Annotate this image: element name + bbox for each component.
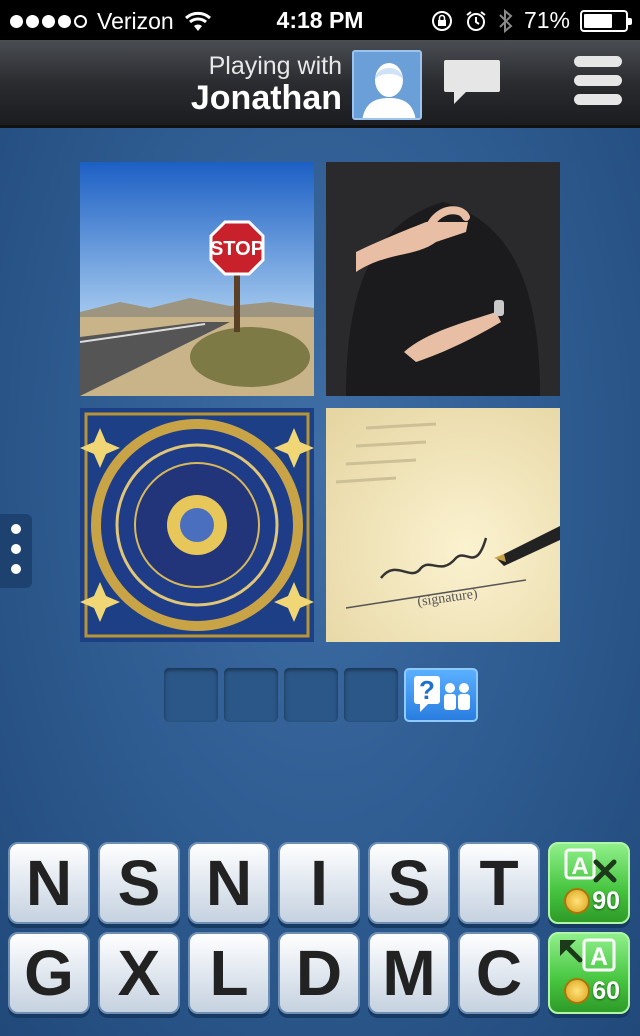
bluetooth-icon (499, 8, 513, 33)
stop-sign-text: STOP (210, 238, 264, 260)
ask-friends-button[interactable]: ? (404, 668, 478, 722)
menu-button[interactable] (574, 56, 622, 108)
letter-key[interactable]: D (278, 932, 360, 1014)
letter-key[interactable]: T (458, 842, 540, 924)
chat-bubble-icon (444, 60, 500, 104)
answer-slot[interactable] (284, 668, 338, 722)
battery-percent: 71% (523, 7, 570, 33)
opponent-avatar[interactable] (352, 50, 422, 120)
remove-letters-cost: 90 (592, 887, 620, 915)
letter-key[interactable]: N (8, 842, 90, 924)
letter-key[interactable]: I (278, 842, 360, 924)
reveal-letter-button[interactable]: A 60 (548, 932, 630, 1014)
photo-signature[interactable]: (signature) (326, 408, 560, 642)
svg-text:?: ? (419, 675, 435, 705)
opponent-name: Jonathan (190, 79, 342, 117)
hamburger-menu-icon (574, 56, 622, 105)
coin-icon (564, 888, 590, 914)
remove-letters-button[interactable]: A 90 (548, 842, 630, 924)
playing-with-label: Playing with (208, 52, 342, 80)
answer-row: ? (164, 668, 478, 722)
status-bar: Verizon 4:18 PM 71% (0, 0, 640, 40)
user-silhouette-icon (362, 63, 416, 118)
more-vertical-icon (0, 524, 32, 574)
letter-key[interactable]: C (458, 932, 540, 1014)
letter-key[interactable]: L (188, 932, 270, 1014)
coin-icon (564, 978, 590, 1004)
answer-slot[interactable] (164, 668, 218, 722)
reveal-letter-cost: 60 (592, 977, 620, 1005)
keyboard-row-2: G X L D M C A 60 (8, 932, 630, 1014)
side-menu-tab[interactable] (0, 514, 32, 588)
letter-key[interactable]: G (8, 932, 90, 1014)
alarm-icon (466, 10, 486, 31)
letter-key[interactable]: S (368, 842, 450, 924)
chat-button[interactable] (442, 56, 502, 110)
letter-key[interactable]: X (98, 932, 180, 1014)
opponent-info: Playing with Jonathan (191, 52, 342, 118)
answer-slot[interactable] (224, 668, 278, 722)
photo-stop-sign[interactable]: STOP (80, 162, 314, 396)
question-people-icon: ? (414, 675, 470, 712)
letter-key[interactable]: M (368, 932, 450, 1014)
keyboard-row-1: N S N I S T A 90 (8, 842, 630, 924)
answer-slot[interactable] (344, 668, 398, 722)
svg-text:A: A (571, 853, 588, 880)
photo-hand-gesture[interactable] (326, 162, 560, 396)
letter-key[interactable]: N (188, 842, 270, 924)
battery-icon (580, 9, 632, 32)
svg-text:A: A (590, 943, 608, 971)
rotation-lock-icon (431, 10, 452, 31)
letter-key[interactable]: S (98, 842, 180, 924)
photo-zodiac-clock[interactable] (80, 408, 314, 642)
game-header: Playing with Jonathan (0, 40, 640, 128)
